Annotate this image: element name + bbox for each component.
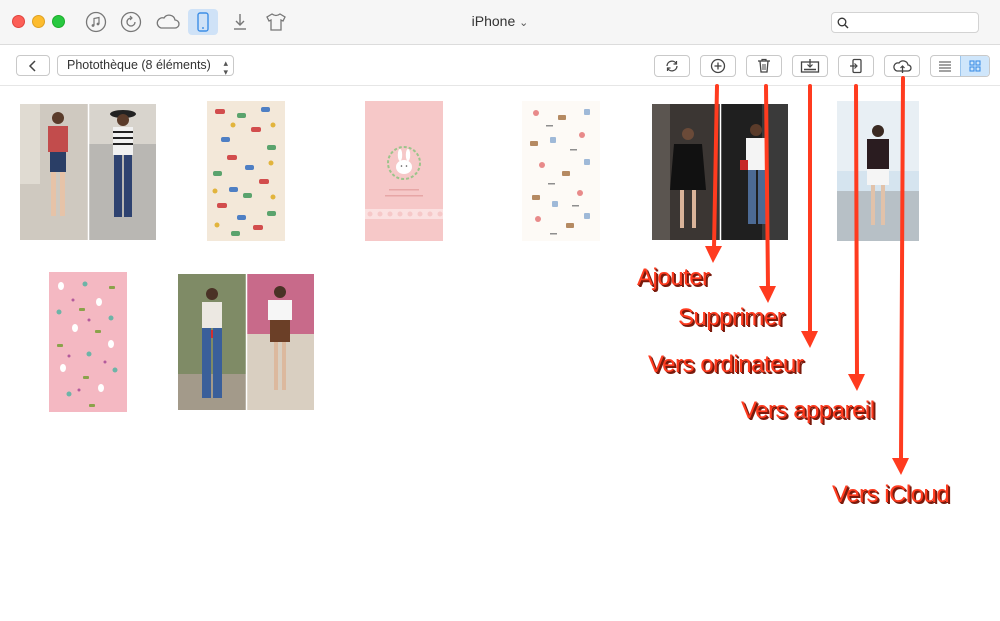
arrow-to-add [712, 84, 719, 250]
arrow-head [801, 331, 818, 348]
annotation-arrows [705, 76, 909, 475]
arrow-to-device [854, 84, 859, 378]
arrow-head [892, 458, 909, 475]
annotation-to-icloud: Vers iCloud [832, 481, 950, 508]
annotation-add: Ajouter [637, 264, 710, 291]
arrow-to-delete [764, 84, 770, 290]
arrow-to-icloud [899, 76, 905, 462]
arrow-head [705, 246, 722, 263]
annotation-delete: Supprimer [678, 304, 785, 331]
annotation-to-device: Vers appareil [741, 397, 875, 424]
annotation-to-computer: Vers ordinateur [648, 351, 804, 378]
arrow-head [759, 286, 776, 303]
arrow-head [848, 374, 865, 391]
